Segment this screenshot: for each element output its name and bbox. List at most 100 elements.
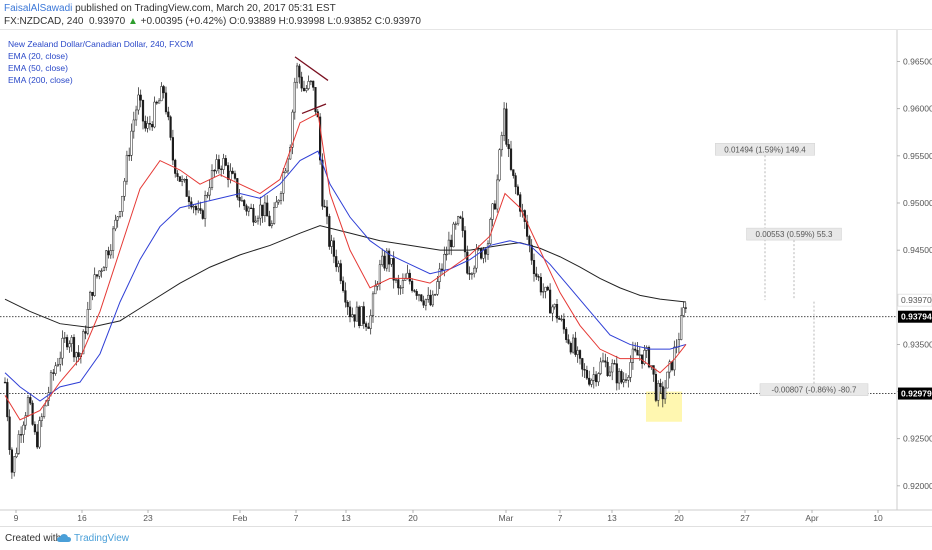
price-chart[interactable]: 0.01494 (1.59%) 149.4 0.00553 (0.59%) 55.… (0, 30, 932, 526)
candle-down (365, 323, 368, 328)
symbol-quote: FX:NZDCAD, 240 0.93970 ▲ +0.00395 (+0.42… (4, 16, 421, 27)
candle-down (342, 280, 345, 291)
candle-down (358, 306, 361, 327)
candle-up (125, 154, 129, 182)
candle-up (452, 223, 455, 248)
candle-down (450, 239, 453, 248)
candle-up (286, 158, 289, 172)
candle-down (91, 291, 94, 296)
candle-down (139, 94, 142, 101)
candle-up (473, 267, 476, 275)
candle-up (197, 208, 200, 211)
x-tick-label: Mar (499, 513, 514, 523)
candle-down (388, 250, 391, 265)
candle-down (507, 144, 510, 150)
candle-up (618, 371, 621, 384)
candle-down (213, 170, 216, 172)
candle-up (263, 202, 266, 216)
candle-down (339, 263, 342, 282)
candle-up (355, 306, 358, 322)
candle-down (615, 363, 618, 384)
candle-up (215, 159, 218, 172)
candle-up (680, 315, 683, 340)
candle-down (420, 294, 423, 302)
candle-down (266, 202, 269, 217)
candle-up (229, 170, 232, 180)
candle-up (496, 179, 499, 210)
candle-up (296, 65, 299, 83)
symbol-label: FX:NZDCAD, 240 (4, 16, 84, 27)
candle-up (371, 293, 375, 316)
candle (328, 213, 331, 250)
candle-up (15, 453, 18, 458)
candle-down (33, 424, 36, 433)
candle-down (567, 339, 570, 344)
candle-down (549, 289, 552, 314)
legend-ema200[interactable]: EMA (200, close) (8, 75, 73, 85)
candle-up (259, 204, 262, 219)
candle-up (26, 397, 30, 416)
candle-up (424, 299, 427, 306)
candle-up (208, 187, 211, 196)
candle-up (434, 294, 437, 296)
candle-down (174, 159, 177, 174)
candle-down (261, 204, 264, 216)
y-tick-label: 0.95000 (903, 198, 932, 208)
candle-down (162, 86, 165, 94)
y-tick-label: 0.92000 (903, 481, 932, 491)
candle-up (394, 279, 398, 281)
x-tick-label: 23 (143, 513, 153, 523)
candle-up (374, 285, 377, 295)
candle-up (109, 250, 112, 256)
candle-up (542, 291, 545, 293)
candle-down (95, 274, 99, 277)
candle-down (245, 205, 248, 212)
candle-up (43, 405, 46, 417)
candle-down (52, 372, 55, 374)
candle-down (10, 449, 14, 473)
price-label-0: 0.93970 (897, 293, 932, 307)
measure-label: 0.00553 (0.59%) 55.3 (756, 230, 833, 239)
candle-down (155, 101, 158, 104)
candle (339, 259, 342, 285)
candle-up (627, 377, 630, 381)
candle-up (599, 361, 602, 374)
candle-up (98, 270, 101, 277)
candle-up (279, 193, 283, 201)
candle-up (222, 158, 225, 170)
candle-down (661, 386, 664, 400)
candle-down (652, 365, 655, 375)
open-value: O:0.93889 (229, 16, 276, 27)
candle-up (503, 108, 506, 136)
tradingview-brand[interactable]: TradingView (74, 533, 129, 544)
x-tick-label: 10 (873, 513, 883, 523)
candle-up (417, 294, 421, 296)
candle-down (562, 318, 565, 330)
legend-ema20[interactable]: EMA (20, close) (8, 51, 68, 61)
candle (236, 178, 239, 201)
candle-down (392, 258, 395, 281)
candle-up (240, 200, 244, 202)
candle-up (153, 101, 156, 128)
candle-down (574, 337, 577, 355)
candle-down (300, 76, 303, 89)
candle-up (486, 243, 490, 255)
candle-down (516, 186, 519, 195)
candle-down (328, 216, 331, 247)
candle-up (544, 286, 547, 292)
candle (666, 371, 669, 389)
author-link[interactable]: FaisalAlSawadi (4, 3, 72, 14)
candle-up (86, 309, 89, 334)
candle-up (247, 207, 250, 212)
footer: Created with TradingView (0, 526, 932, 550)
x-tick-label: 27 (740, 513, 750, 523)
candle-up (70, 337, 73, 344)
price-label-text: 0.92979 (901, 389, 932, 399)
legend-ema50[interactable]: EMA (50, close) (8, 63, 68, 73)
candle-up (270, 223, 273, 227)
candle-down (176, 173, 179, 177)
candle-up (457, 216, 460, 225)
candle-up (130, 130, 133, 156)
x-tick-label: 20 (674, 513, 684, 523)
candle-up (682, 307, 685, 316)
